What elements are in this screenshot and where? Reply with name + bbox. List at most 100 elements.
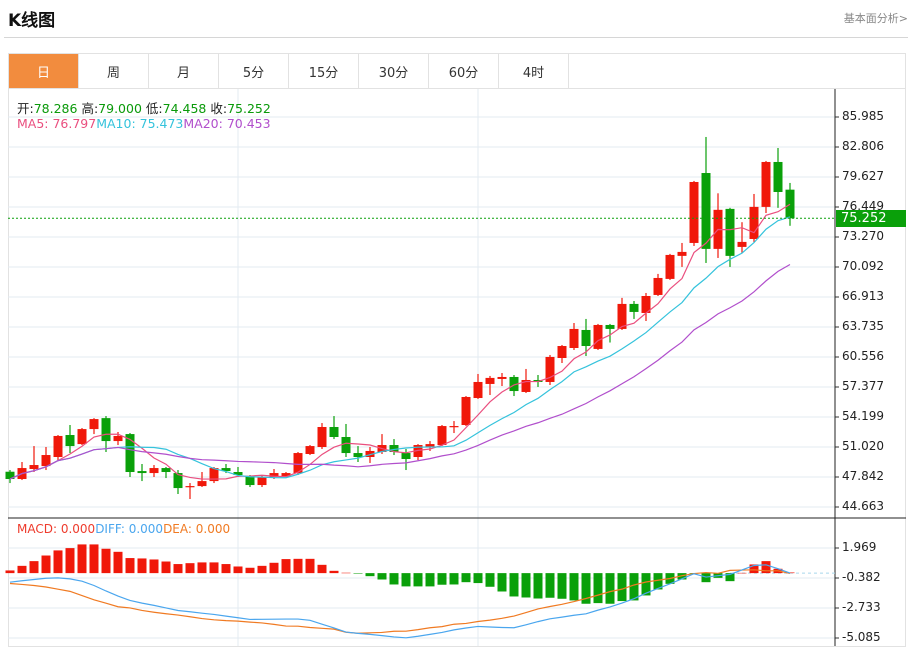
candle-up: [185, 486, 195, 488]
candle-down: [605, 324, 615, 329]
candle-up: [77, 429, 87, 445]
candle-up: [113, 435, 123, 442]
macd-bar: [125, 558, 135, 574]
ohlc-info: 开:78.286 高:79.000 低:74.458 收:75.252: [17, 98, 271, 117]
macd-legend: MACD: 0.000DIFF: 0.000DEA: 0.000: [17, 522, 230, 536]
macd-tick-label: -2.733: [842, 600, 881, 614]
macd-bar: [593, 573, 603, 604]
price-tick-label: 82.806: [842, 139, 884, 153]
macd-bar: [317, 564, 327, 574]
ma5-legend: MA5: 76.797: [17, 116, 97, 131]
macd-bar: [389, 573, 399, 585]
price-tick-label: 85.985: [842, 109, 884, 123]
candle-up: [449, 426, 459, 428]
macd-bar: [17, 565, 27, 574]
ma10-legend: MA10: 75.473: [96, 116, 184, 131]
close-label: 收:: [210, 101, 228, 116]
candle-down: [161, 468, 171, 473]
candle-down: [137, 471, 147, 474]
low-value: 74.458: [162, 101, 207, 116]
candle-up: [569, 328, 579, 348]
macd-bar: [401, 573, 411, 587]
candle-up: [737, 241, 747, 247]
macd-bar: [53, 550, 63, 574]
candle-down: [341, 436, 351, 454]
price-tick-label: 51.020: [842, 439, 884, 453]
candle-up: [665, 254, 675, 279]
candle-up: [485, 377, 495, 384]
macd-tick-label: -0.382: [842, 570, 881, 584]
macd-bar: [269, 562, 279, 574]
macd-bar: [305, 558, 315, 574]
macd-bar: [41, 555, 51, 574]
candle-up: [89, 419, 99, 430]
macd-bar: [425, 573, 435, 587]
price-tick-label: 60.556: [842, 349, 884, 363]
macd-bar: [221, 564, 231, 574]
candle-down: [629, 303, 639, 312]
macd-bar: [293, 558, 303, 574]
macd-bar: [533, 573, 543, 599]
candle-up: [497, 376, 507, 379]
candle-up: [197, 481, 207, 487]
macd-bar: [209, 562, 219, 574]
macd-bar: [77, 544, 87, 574]
candle-up: [317, 426, 327, 448]
macd-bar: [521, 573, 531, 598]
macd-tick-label: -5.085: [842, 630, 881, 644]
open-value: 78.286: [33, 101, 78, 116]
macd-bar: [89, 544, 99, 574]
low-label: 低:: [145, 101, 163, 116]
ma5-line: [9, 203, 791, 480]
price-tick-label: 66.913: [842, 289, 884, 303]
macd-bar: [5, 570, 15, 574]
price-tick-label: 63.735: [842, 319, 884, 333]
macd-bar: [617, 573, 627, 602]
macd-bar: [101, 548, 111, 574]
macd-bar: [257, 565, 267, 574]
candle-down: [725, 208, 735, 256]
price-tick-label: 79.627: [842, 169, 884, 183]
macd-bar: [485, 573, 495, 587]
macd-bar: [341, 572, 351, 574]
candle-up: [653, 277, 663, 295]
current-price-label: 75.252: [836, 210, 906, 228]
macd-bar: [449, 573, 459, 585]
macd-bar: [329, 570, 339, 574]
macd-bar: [161, 561, 171, 574]
macd-bar: [545, 573, 555, 598]
ma20-legend: MA20: 70.453: [183, 116, 271, 131]
macd-bar: [137, 558, 147, 574]
macd-bar: [461, 573, 471, 583]
candle-up: [473, 381, 483, 399]
macd-bar: [245, 567, 255, 574]
candle-up: [461, 396, 471, 426]
price-tick-label: 44.663: [842, 499, 884, 513]
macd-bar: [377, 573, 387, 580]
candle-up: [677, 251, 687, 256]
candle-down: [581, 329, 591, 347]
candle-down: [101, 418, 111, 442]
candle-down: [785, 189, 795, 219]
ma-legend: MA5: 76.797MA10: 75.473MA20: 70.453: [17, 116, 271, 131]
macd-bar: [509, 573, 519, 597]
price-tick-label: 70.092: [842, 259, 884, 273]
macd-bar: [365, 573, 375, 577]
macd-tick-label: 1.969: [842, 540, 877, 554]
macd-bar: [437, 573, 447, 585]
open-label: 开:: [17, 101, 34, 116]
candle-down: [65, 435, 75, 447]
macd-bar: [65, 548, 75, 574]
candle-up: [257, 477, 267, 486]
price-tick-label: 57.377: [842, 379, 884, 393]
price-tick-label: 54.199: [842, 409, 884, 423]
high-label: 高:: [81, 101, 99, 116]
macd-bar: [149, 559, 159, 574]
candle-down: [701, 173, 711, 249]
macd-bar: [185, 563, 195, 574]
candle-up: [557, 346, 567, 359]
candle-down: [401, 453, 411, 459]
candle-up: [53, 435, 63, 458]
candle-up: [437, 426, 447, 446]
macd-bar: [737, 572, 747, 574]
